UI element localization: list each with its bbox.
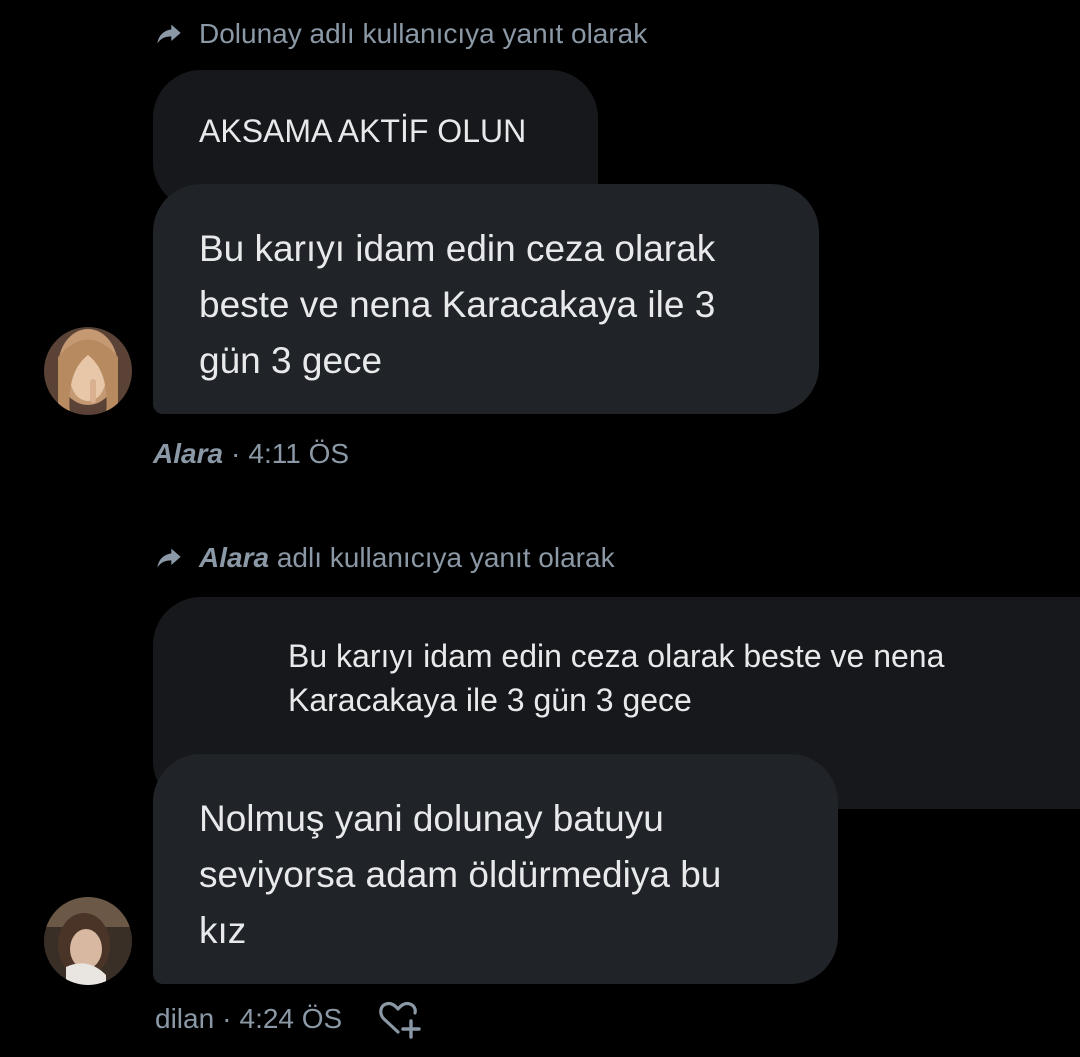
reply-suffix: adlı kullanıcıya yanıt olarak xyxy=(309,18,648,49)
message-meta-2: dilan · 4:24 ÖS xyxy=(155,1003,342,1035)
reply-context-2: Alara adlı kullanıcıya yanıt olarak xyxy=(153,542,615,574)
reply-suffix: adlı kullanıcıya yanıt olarak xyxy=(276,542,615,573)
message-line: beste ve nena Karacakaya ile 3 xyxy=(199,284,716,325)
separator: · xyxy=(231,438,241,469)
message-bubble-2[interactable]: Nolmuş yani dolunay batuyu seviyorsa ada… xyxy=(153,754,838,984)
message-line: Nolmuş yani dolunay batuyu xyxy=(199,798,664,839)
reply-to-name[interactable]: Alara xyxy=(199,542,269,573)
reply-context-1: Dolunay adlı kullanıcıya yanıt olarak xyxy=(153,18,647,50)
quoted-text: Bu karıyı idam edin ceza olarak beste ve… xyxy=(288,634,944,722)
reply-arrow-icon xyxy=(157,24,181,44)
avatar-alara[interactable] xyxy=(44,327,132,415)
add-reaction-heart-icon[interactable] xyxy=(378,999,424,1039)
avatar-dilan[interactable] xyxy=(44,897,132,985)
sender-name[interactable]: dilan xyxy=(155,1003,214,1035)
sender-name[interactable]: Alara xyxy=(153,438,223,470)
reply-arrow-icon xyxy=(157,548,181,568)
separator: · xyxy=(222,1003,232,1034)
message-text: Nolmuş yani dolunay batuyu seviyorsa ada… xyxy=(199,791,721,959)
message-line: gün 3 gece xyxy=(199,340,383,381)
message-bubble-1[interactable]: Bu karıyı idam edin ceza olarak beste ve… xyxy=(153,184,819,414)
message-line: kız xyxy=(199,910,247,951)
avatar-image xyxy=(44,897,132,985)
message-text: Bu karıyı idam edin ceza olarak beste ve… xyxy=(199,221,715,389)
quoted-line: Bu karıyı idam edin ceza olarak beste ve… xyxy=(288,638,945,674)
message-line: seviyorsa adam öldürmediya bu xyxy=(199,854,722,895)
reply-to-name[interactable]: Dolunay xyxy=(199,18,302,49)
quoted-line: Karacakaya ile 3 gün 3 gece xyxy=(288,682,692,718)
quoted-text: AKSAMA AKTİF OLUN xyxy=(199,113,527,149)
message-meta-1: Alara · 4:11 ÖS xyxy=(153,438,349,470)
timestamp: 4:11 ÖS xyxy=(248,438,350,469)
message-line: Bu karıyı idam edin ceza olarak xyxy=(199,228,716,269)
heart-plus-icon xyxy=(379,1001,421,1039)
timestamp: 4:24 ÖS xyxy=(239,1003,343,1034)
avatar-image xyxy=(44,327,132,415)
